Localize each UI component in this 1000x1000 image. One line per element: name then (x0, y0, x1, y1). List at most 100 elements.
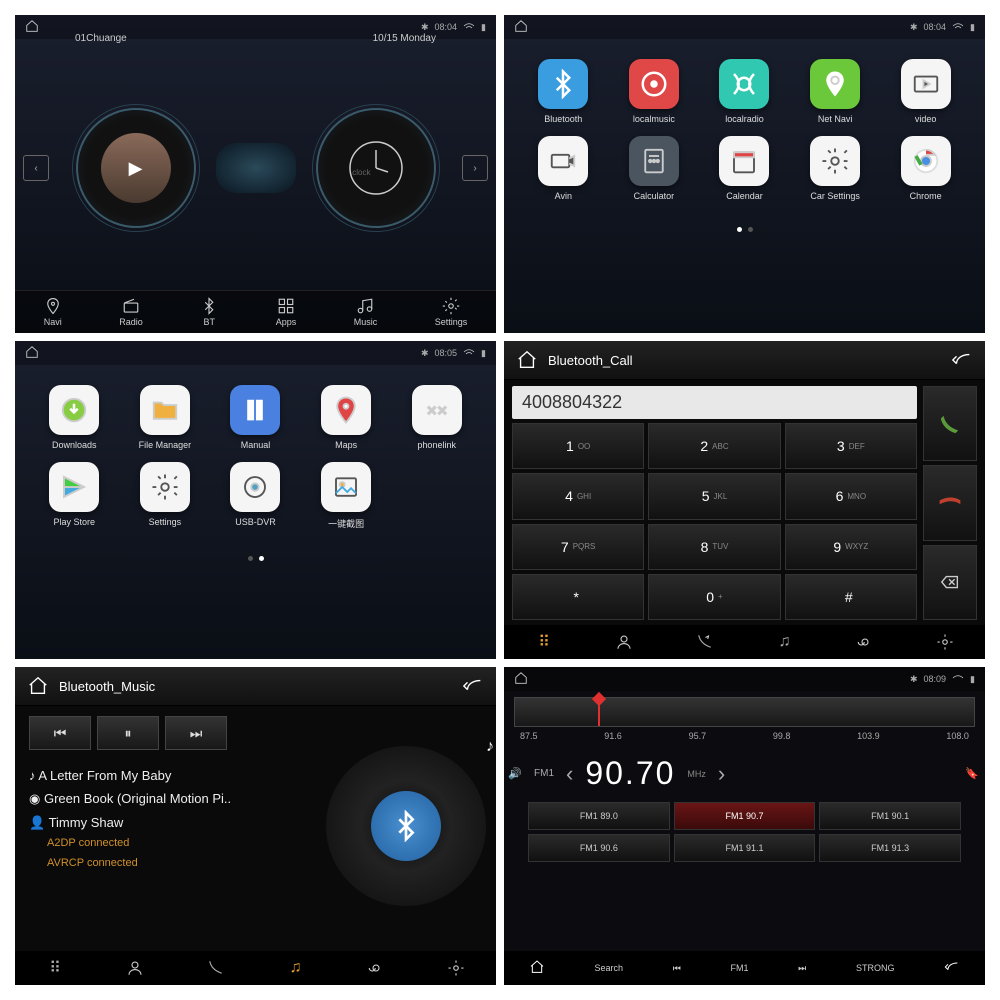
home-icon[interactable] (27, 675, 49, 697)
app-chrome[interactable]: Chrome (884, 136, 967, 201)
pair-tab[interactable] (365, 957, 387, 979)
preset-FM1-89.0[interactable]: FM1 89.0 (528, 802, 670, 830)
status-time: 08:04 (435, 22, 458, 32)
disc-icon (629, 59, 679, 109)
contacts-tab[interactable] (124, 957, 146, 979)
home-icon[interactable] (25, 345, 421, 361)
status-bar: ✱08:04▮ (504, 15, 985, 39)
key-#[interactable]: # (785, 574, 917, 620)
app-bluetooth[interactable]: Bluetooth (522, 59, 605, 124)
preset-FM1-90.7[interactable]: FM1 90.7 (674, 802, 816, 830)
prev-arrow[interactable]: ‹ (23, 155, 49, 181)
frequency-value: 90.70 (585, 755, 675, 792)
history-tab[interactable] (693, 631, 715, 653)
app-localmusic[interactable]: localmusic (613, 59, 696, 124)
album-disc: ♪ (326, 746, 486, 906)
home-button[interactable] (529, 959, 545, 977)
band-button[interactable]: FM1 (730, 963, 748, 973)
key-3[interactable]: 3DEF (785, 423, 917, 469)
app-maps[interactable]: Maps (305, 385, 388, 450)
prev-button[interactable]: ⏮ (29, 716, 91, 750)
seek-prev[interactable]: ⏮ (673, 963, 681, 974)
key-4[interactable]: 4GHI (512, 473, 644, 519)
nav-apps[interactable]: Apps (276, 297, 297, 327)
pic-icon (321, 462, 371, 512)
dialpad-tab[interactable]: ⠿ (44, 957, 66, 979)
key-0[interactable]: 0+ (648, 574, 780, 620)
dialpad-tab[interactable]: ⠿ (533, 631, 555, 653)
key-*[interactable]: * (512, 574, 644, 620)
key-8[interactable]: 8TUV (648, 524, 780, 570)
tune-down[interactable]: ‹ (566, 761, 573, 787)
bookmark-icon[interactable]: 🔖 (965, 767, 979, 780)
app-settings[interactable]: Settings (124, 462, 207, 530)
app-video[interactable]: video (884, 59, 967, 124)
status-bar: ✱08:09▮ (504, 667, 985, 691)
gear-icon (810, 136, 860, 186)
number-display: 4008804322 (512, 386, 917, 419)
settings-tab[interactable] (934, 631, 956, 653)
preset-FM1-91.3[interactable]: FM1 91.3 (819, 834, 961, 862)
key-1[interactable]: 1OO (512, 423, 644, 469)
preset-FM1-91.1[interactable]: FM1 91.1 (674, 834, 816, 862)
apps-panel-1: ✱08:04▮ BluetoothlocalmusiclocalradioNet… (504, 15, 985, 333)
app-calendar[interactable]: Calendar (703, 136, 786, 201)
battery-icon: ▮ (481, 22, 486, 33)
app-calculator[interactable]: Calculator (613, 136, 696, 201)
search-button[interactable]: Search (595, 963, 624, 973)
home-icon[interactable] (516, 349, 538, 371)
media-gauge[interactable]: ▶ (76, 108, 196, 228)
tune-up[interactable]: › (718, 761, 725, 787)
preset-FM1-90.1[interactable]: FM1 90.1 (819, 802, 961, 830)
call-button[interactable] (923, 386, 977, 461)
back-button[interactable] (944, 959, 960, 977)
play-icon (49, 462, 99, 512)
pause-button[interactable]: ⏸ (97, 716, 159, 750)
history-tab[interactable] (204, 957, 226, 979)
app-net-navi[interactable]: Net Navi (794, 59, 877, 124)
key-9[interactable]: 9WXYZ (785, 524, 917, 570)
nav-navi[interactable]: Navi (44, 297, 62, 327)
key-2[interactable]: 2ABC (648, 423, 780, 469)
app-manual[interactable]: Manual (214, 385, 297, 450)
tuner-marker[interactable] (598, 698, 600, 726)
music-tab[interactable]: ♫ (774, 631, 796, 653)
app-file-manager[interactable]: File Manager (124, 385, 207, 450)
app-downloads[interactable]: Downloads (33, 385, 116, 450)
home-icon[interactable] (514, 671, 910, 687)
nav-radio[interactable]: Radio (119, 297, 143, 327)
music-tab[interactable]: ♫ (285, 957, 307, 979)
next-button[interactable]: ⏭ (165, 716, 227, 750)
nav-bt[interactable]: BT (200, 297, 218, 327)
key-7[interactable]: 7PQRS (512, 524, 644, 570)
nav-music[interactable]: Music (354, 297, 378, 327)
nav-settings[interactable]: Settings (435, 297, 468, 327)
app-usb-dvr[interactable]: USB-DVR (214, 462, 297, 530)
app-car-settings[interactable]: Car Settings (794, 136, 877, 201)
page-title: Bluetooth_Call (548, 353, 633, 368)
app-phonelink[interactable]: ✕✕phonelink (395, 385, 478, 450)
volume-icon[interactable]: 🔊 (508, 767, 522, 780)
app-play-store[interactable]: Play Store (33, 462, 116, 530)
next-arrow[interactable]: › (462, 155, 488, 181)
band-label: FM1 (534, 768, 554, 779)
clock-gauge[interactable] (316, 108, 436, 228)
backspace-button[interactable] (923, 545, 977, 620)
app-localradio[interactable]: localradio (703, 59, 786, 124)
home-icon[interactable] (514, 19, 910, 35)
key-5[interactable]: 5JKL (648, 473, 780, 519)
back-icon[interactable] (462, 675, 484, 697)
pair-tab[interactable] (854, 631, 876, 653)
app-一键截图[interactable]: 一键截图 (305, 462, 388, 530)
preset-FM1-90.6[interactable]: FM1 90.6 (528, 834, 670, 862)
app-avin[interactable]: Avin (522, 136, 605, 201)
play-icon[interactable]: ▶ (101, 133, 171, 203)
strong-button[interactable]: STRONG (856, 963, 895, 973)
key-6[interactable]: 6MNO (785, 473, 917, 519)
frequency-ruler[interactable] (514, 697, 975, 727)
hangup-button[interactable] (923, 465, 977, 540)
contacts-tab[interactable] (613, 631, 635, 653)
back-icon[interactable] (951, 349, 973, 371)
seek-next[interactable]: ⏭ (798, 963, 806, 974)
settings-tab[interactable] (445, 957, 467, 979)
